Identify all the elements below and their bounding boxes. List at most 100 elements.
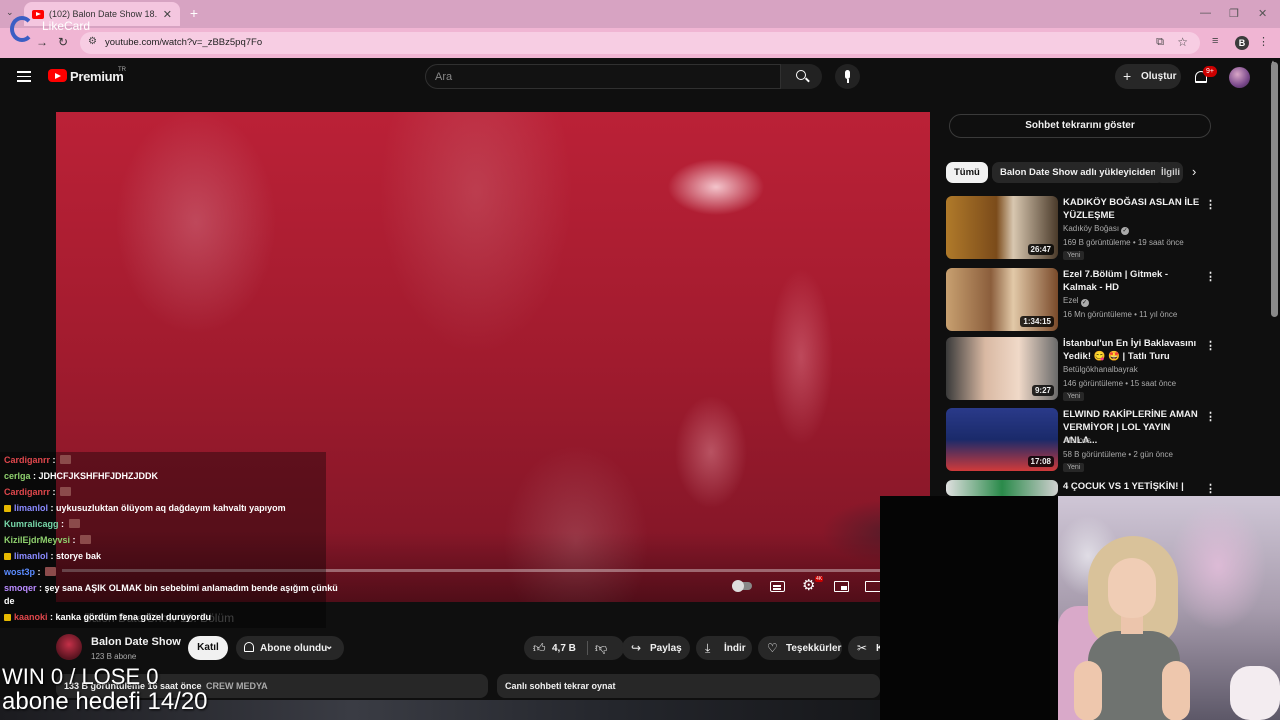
video-channel[interactable]: Betülgökhanalbayrak — [1063, 365, 1138, 374]
share-button[interactable]: ↪ Paylaş — [622, 636, 690, 660]
video-meta: 146 görüntüleme • 15 saat önce — [1063, 379, 1177, 388]
recommended-video[interactable]: 26:47 KADIKÖY BOĞASI ASLAN İLE YÜZLEŞME Ka… — [946, 196, 1216, 260]
recommended-video[interactable]: 17:08 ELWIND RAKİPLERİNE AMAN VERMİYOR | … — [946, 408, 1216, 472]
thanks-button[interactable]: ♡ Teşekkürler — [758, 636, 842, 660]
chat-separator: : — [35, 567, 44, 577]
video-title[interactable]: İstanbul'un En İyi Baklavasını Yedik! 😋 … — [1063, 337, 1203, 363]
chat-username: Cardiganrr — [4, 455, 51, 465]
search-input[interactable]: Ara — [425, 64, 781, 89]
settings-gear-icon[interactable]: ⚙ — [802, 578, 816, 593]
chat-emote-icon — [68, 519, 80, 528]
reading-list-icon[interactable]: ≡ — [1212, 35, 1218, 47]
video-title[interactable]: Ezel 7.Bölüm | Gitmek - Kalmak - HD — [1063, 268, 1203, 294]
video-thumbnail[interactable] — [946, 480, 1058, 496]
channel-name[interactable]: Balon Date Show — [91, 636, 181, 648]
video-thumbnail[interactable]: 17:08 — [946, 408, 1058, 471]
description-tags: CREW MEDYA — [206, 681, 268, 691]
chat-message: cerlga : JDHCFJKSHFHFJDHZJDDK — [4, 471, 158, 481]
notification-count-badge: 9+ — [1203, 66, 1217, 77]
bookmark-star-icon[interactable]: ☆ — [1177, 35, 1188, 49]
browser-profile-avatar[interactable]: B — [1235, 36, 1249, 50]
chat-separator: : — [50, 455, 59, 465]
streamer-face — [1108, 558, 1156, 618]
video-thumbnail[interactable]: 9:27 — [946, 337, 1058, 400]
chat-separator: : — [58, 519, 67, 529]
close-tab-icon[interactable]: ✕ — [163, 8, 172, 21]
subscribed-button[interactable]: Abone olundu ⌄ — [236, 636, 344, 660]
chat-separator: : — [47, 612, 56, 622]
new-badge: Yeni — [1063, 251, 1085, 260]
video-title[interactable]: KADIKÖY BOĞASI ASLAN İLE YÜZLEŞME — [1063, 196, 1203, 222]
chip-all[interactable]: Tümü — [946, 162, 988, 183]
more-options-icon[interactable]: ⋮ — [1205, 410, 1216, 423]
win-lose-counter: WIN 0 / LOSE 0 — [2, 664, 159, 689]
install-app-icon[interactable]: ⧉ — [1156, 36, 1164, 49]
join-button[interactable]: Katıl — [188, 636, 228, 660]
super-thanks-icon: ♡ — [767, 641, 778, 655]
show-chat-replay-button[interactable]: Sohbet tekrarını göster — [949, 114, 1211, 138]
video-channel[interactable]: Ezel — [1063, 296, 1079, 305]
youtube-masthead: Premium TR Ara + Oluştur 9+ — [0, 58, 1280, 96]
create-button[interactable]: + Oluştur — [1115, 64, 1181, 89]
chat-emote-icon — [80, 535, 92, 544]
menu-icon[interactable] — [17, 71, 31, 82]
chat-emote-icon — [45, 567, 57, 576]
video-meta: 58 B görüntüleme • 2 gün önce — [1063, 450, 1173, 459]
minimize-icon[interactable]: — — [1200, 7, 1211, 19]
like-count: 4,7 B — [552, 643, 576, 654]
channel-avatar[interactable] — [56, 634, 82, 660]
autoplay-toggle[interactable] — [732, 579, 754, 593]
region-code: TR — [118, 67, 126, 73]
recommended-video[interactable]: 9:27 İstanbul'un En İyi Baklavasını Yedik… — [946, 337, 1216, 401]
search-button[interactable] — [781, 64, 822, 89]
video-thumbnail[interactable]: 1:34:15 — [946, 268, 1058, 331]
video-title[interactable]: 4 ÇOCUK VS 1 YETİŞKİN! | — [1063, 480, 1203, 493]
chat-badge-icon — [4, 553, 11, 560]
youtube-logo-icon[interactable] — [48, 69, 67, 82]
browser-toolbar: → ↻ ⚙ youtube.com/watch?v=_zBBz5pq7Fo ⧉ … — [0, 28, 1280, 58]
video-duration: 9:27 — [1031, 385, 1054, 396]
share-label: Paylaş — [650, 643, 682, 654]
restore-icon[interactable]: ❐ — [1229, 7, 1239, 20]
new-tab-icon[interactable]: + — [186, 6, 202, 22]
video-channel[interactable]: Afelioss — [1063, 436, 1091, 445]
thumbs-down-icon[interactable]: 👎︎ — [595, 641, 607, 656]
miniplayer-icon[interactable] — [834, 581, 849, 592]
chevron-right-icon[interactable]: › — [1192, 164, 1196, 179]
chat-badge-icon — [4, 505, 11, 512]
premium-brand[interactable]: Premium — [70, 69, 124, 84]
download-button[interactable]: ⤓ İndir — [696, 636, 752, 660]
recommended-video[interactable]: 1:34:15 Ezel 7.Bölüm | Gitmek - Kalmak - … — [946, 268, 1216, 332]
window-close-icon[interactable]: ✕ — [1258, 7, 1267, 20]
chat-text: kanka gördüm fena güzel duruyordu — [55, 612, 212, 622]
more-options-icon[interactable]: ⋮ — [1205, 339, 1216, 352]
video-thumbnail[interactable]: 26:47 — [946, 196, 1058, 259]
chat-message: de — [4, 596, 15, 606]
subtitles-icon[interactable] — [770, 581, 785, 592]
replay-chat-button[interactable]: Canlı sohbeti tekrar oynat — [497, 674, 880, 698]
more-options-icon[interactable]: ⋮ — [1205, 270, 1216, 283]
address-bar[interactable]: ⚙ youtube.com/watch?v=_zBBz5pq7Fo ⧉ ☆ — [80, 32, 1200, 54]
page-scrollbar[interactable] — [1271, 62, 1278, 317]
chat-username: Kumralicagg — [4, 519, 59, 529]
chat-text: uykusuzluktan ölüyom aq dağdayım kahvalt… — [56, 503, 286, 513]
video-channel[interactable]: Kadıköy Boğası — [1063, 224, 1119, 233]
chat-message: smoqer : şey sana AŞIK OLMAK bin sebebim… — [4, 583, 338, 593]
more-options-icon[interactable]: ⋮ — [1205, 482, 1216, 495]
hd-badge: 4K — [815, 576, 824, 582]
chip-related[interactable]: İlgili — [1155, 162, 1183, 183]
recommended-video[interactable]: 4 ÇOCUK VS 1 YETİŞKİN! | ⋮ — [946, 480, 1216, 496]
video-meta: 169 B görüntüleme • 19 saat önce — [1063, 238, 1184, 247]
video-channel-row: Afelioss — [1063, 436, 1091, 445]
chat-separator: : — [48, 551, 57, 561]
voice-search-icon[interactable] — [835, 64, 860, 89]
browser-tabbar: ⌄ (102) Balon Date Show 18. Böl ✕ + — ❐ … — [0, 0, 1280, 28]
browser-menu-icon[interactable]: ⋮ — [1258, 35, 1269, 48]
chip-from-uploader[interactable]: Balon Date Show adlı yükleyiciden — [992, 162, 1165, 183]
chat-message: wost3p : — [4, 567, 57, 577]
like-button[interactable]: 👍︎ 4,7 B 👎︎ — [524, 636, 624, 660]
more-options-icon[interactable]: ⋮ — [1205, 198, 1216, 211]
chat-username: smoqer — [4, 583, 37, 593]
scissors-icon: ✂ — [857, 641, 868, 655]
account-avatar[interactable] — [1229, 67, 1250, 88]
